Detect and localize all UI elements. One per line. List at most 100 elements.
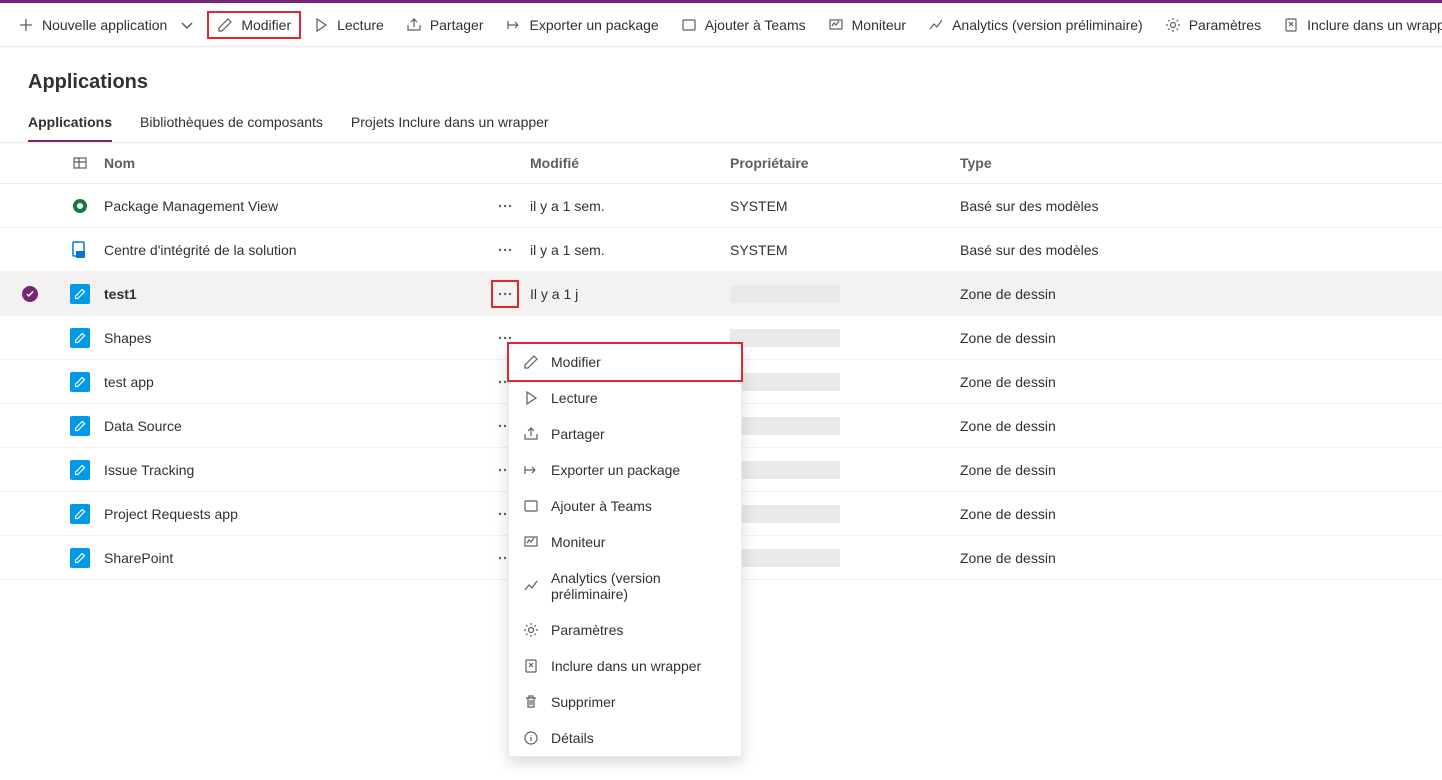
redacted-owner bbox=[730, 373, 840, 391]
owner-cell bbox=[730, 373, 960, 391]
menu-play[interactable]: Lecture bbox=[509, 380, 741, 416]
page-title: Applications bbox=[0, 47, 1442, 102]
menu-monitor-label: Moniteur bbox=[551, 534, 605, 550]
menu-monitor[interactable]: Moniteur bbox=[509, 524, 741, 560]
header-type[interactable]: Type bbox=[960, 155, 1442, 171]
monitor-button[interactable]: Moniteur bbox=[818, 11, 916, 39]
new-app-button[interactable]: Nouvelle application bbox=[8, 11, 205, 39]
row-actions bbox=[480, 280, 530, 308]
menu-teams-label: Ajouter à Teams bbox=[551, 498, 652, 514]
gear-icon bbox=[1165, 17, 1181, 33]
table-header: Nom Modifié Propriétaire Type bbox=[0, 143, 1442, 184]
chevron-down-icon bbox=[179, 17, 195, 33]
app-name[interactable]: Package Management View bbox=[100, 198, 480, 214]
header-view-icon[interactable] bbox=[60, 155, 100, 171]
edit-label: Modifier bbox=[241, 17, 291, 33]
header-owner[interactable]: Propriétaire bbox=[730, 155, 960, 171]
share-button[interactable]: Partager bbox=[396, 11, 494, 39]
pencil-icon bbox=[217, 17, 233, 33]
settings-button[interactable]: Paramètres bbox=[1155, 11, 1271, 39]
app-name[interactable]: SharePoint bbox=[100, 550, 480, 566]
header-name[interactable]: Nom bbox=[100, 155, 480, 171]
menu-teams[interactable]: Ajouter à Teams bbox=[509, 488, 741, 524]
type-cell: Zone de dessin bbox=[960, 330, 1442, 346]
table-row[interactable]: Package Management Viewil y a 1 sem.SYST… bbox=[0, 184, 1442, 228]
modified-cell: il y a 1 sem. bbox=[530, 242, 730, 258]
menu-wrap[interactable]: Inclure dans un wrapper bbox=[509, 648, 741, 684]
owner-cell: SYSTEM bbox=[730, 242, 960, 258]
type-cell: Basé sur des modèles bbox=[960, 242, 1442, 258]
menu-export-label: Exporter un package bbox=[551, 462, 680, 478]
app-icon bbox=[60, 460, 100, 480]
row-more-button[interactable] bbox=[491, 280, 519, 308]
teams-icon bbox=[681, 17, 697, 33]
tab-applications[interactable]: Applications bbox=[28, 114, 112, 142]
header-modified[interactable]: Modifié bbox=[530, 155, 730, 171]
row-more-button[interactable] bbox=[493, 194, 517, 218]
redacted-owner bbox=[730, 285, 840, 303]
owner-cell bbox=[730, 505, 960, 523]
gear-icon bbox=[523, 622, 539, 638]
app-name[interactable]: Project Requests app bbox=[100, 506, 480, 522]
redacted-owner bbox=[730, 417, 840, 435]
table-row[interactable]: Centre d'intégrité de la solution il y a … bbox=[0, 228, 1442, 272]
table-row[interactable]: test1Il y a 1 jZone de dessin bbox=[0, 272, 1442, 316]
menu-settings-label: Paramètres bbox=[551, 622, 623, 638]
pencil-icon bbox=[523, 354, 539, 370]
menu-play-label: Lecture bbox=[551, 390, 598, 406]
app-icon bbox=[60, 548, 100, 568]
type-cell: Basé sur des modèles bbox=[960, 198, 1442, 214]
wrap-button[interactable]: Inclure dans un wrapper bbox=[1273, 11, 1442, 39]
play-label: Lecture bbox=[337, 17, 384, 33]
play-icon bbox=[313, 17, 329, 33]
type-cell: Zone de dessin bbox=[960, 418, 1442, 434]
app-name[interactable]: test1 bbox=[100, 286, 480, 302]
monitor-icon bbox=[523, 534, 539, 550]
row-checkbox[interactable] bbox=[0, 286, 60, 302]
menu-analytics[interactable]: Analytics (version préliminaire) bbox=[509, 560, 741, 612]
play-button[interactable]: Lecture bbox=[303, 11, 394, 39]
share-label: Partager bbox=[430, 17, 484, 33]
wrap-icon bbox=[1283, 17, 1299, 33]
menu-edit-label: Modifier bbox=[551, 354, 601, 370]
edit-button[interactable]: Modifier bbox=[207, 11, 301, 39]
analytics-button[interactable]: Analytics (version préliminaire) bbox=[918, 11, 1153, 39]
teams-label: Ajouter à Teams bbox=[705, 17, 806, 33]
row-more-button[interactable] bbox=[493, 238, 517, 262]
menu-export[interactable]: Exporter un package bbox=[509, 452, 741, 488]
owner-cell bbox=[730, 285, 960, 303]
type-cell: Zone de dessin bbox=[960, 462, 1442, 478]
menu-analytics-label: Analytics (version préliminaire) bbox=[551, 570, 727, 602]
owner-cell bbox=[730, 461, 960, 479]
app-icon bbox=[60, 504, 100, 524]
app-name[interactable]: Issue Tracking bbox=[100, 462, 480, 478]
app-name[interactable]: test app bbox=[100, 374, 480, 390]
teams-icon bbox=[523, 498, 539, 514]
menu-settings[interactable]: Paramètres bbox=[509, 612, 741, 648]
menu-delete-label: Supprimer bbox=[551, 694, 616, 710]
menu-edit[interactable]: Modifier bbox=[507, 342, 743, 382]
app-name[interactable]: Centre d'intégrité de la solution bbox=[100, 242, 480, 258]
owner-cell bbox=[730, 417, 960, 435]
tab-component-libraries[interactable]: Bibliothèques de composants bbox=[140, 114, 323, 142]
app-icon bbox=[60, 328, 100, 348]
info-icon bbox=[523, 730, 539, 746]
tabs: Applications Bibliothèques de composants… bbox=[0, 102, 1442, 143]
type-cell: Zone de dessin bbox=[960, 550, 1442, 566]
menu-delete[interactable]: Supprimer bbox=[509, 684, 741, 720]
plus-icon bbox=[18, 17, 34, 33]
teams-button[interactable]: Ajouter à Teams bbox=[671, 11, 816, 39]
app-name[interactable]: Data Source bbox=[100, 418, 480, 434]
app-name[interactable]: Shapes bbox=[100, 330, 480, 346]
row-context-menu: Modifier Lecture Partager Exporter un pa… bbox=[508, 343, 742, 757]
tab-wrap-projects[interactable]: Projets Inclure dans un wrapper bbox=[351, 114, 549, 142]
redacted-owner bbox=[730, 461, 840, 479]
share-icon bbox=[523, 426, 539, 442]
wrap-label: Inclure dans un wrapper bbox=[1307, 17, 1442, 33]
analytics-icon bbox=[523, 578, 539, 594]
menu-share-label: Partager bbox=[551, 426, 605, 442]
menu-share[interactable]: Partager bbox=[509, 416, 741, 452]
row-actions bbox=[480, 194, 530, 218]
menu-details[interactable]: Détails bbox=[509, 720, 741, 756]
export-button[interactable]: Exporter un package bbox=[496, 11, 669, 39]
